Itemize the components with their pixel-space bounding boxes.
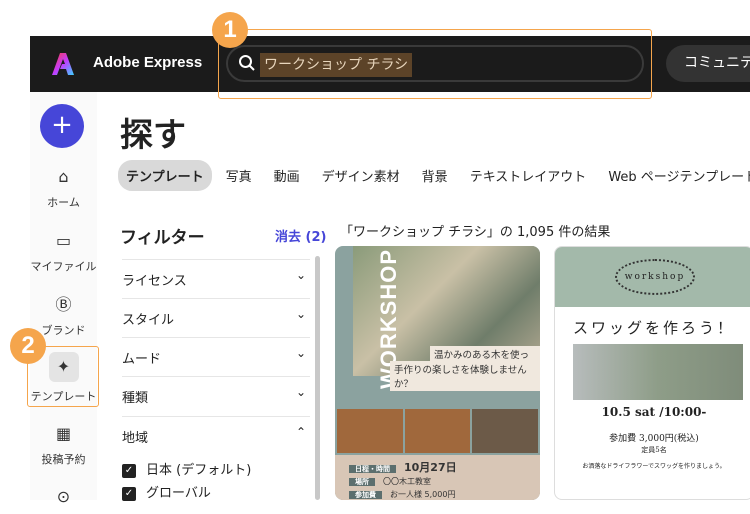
app-name: Adobe Express	[93, 54, 203, 71]
tab-text-layouts[interactable]: テキストレイアウト	[462, 160, 595, 191]
detail-label: 参加費	[349, 491, 382, 499]
filter-mood[interactable]: ムード ⌄	[122, 337, 310, 376]
sidebar-label: ブランド	[41, 324, 86, 337]
sidebar-item-files[interactable]: ▭ マイファイル	[30, 230, 97, 274]
detail-label: 日程・時間	[349, 465, 396, 473]
card-fee: 参加費 3,000円(税込)	[609, 434, 699, 444]
tab-backgrounds[interactable]: 背景	[414, 160, 456, 191]
chevron-up-icon: ⌃	[295, 425, 306, 439]
sidebar-item-home[interactable]: ⌂ ホーム	[30, 166, 97, 210]
card-caption: 手作りの楽しさを体験しませんか？	[390, 361, 540, 391]
step-badge-1: 1	[212, 12, 248, 48]
checkbox-label: グローバル	[146, 486, 211, 501]
clear-filters-link[interactable]: 消去 (2)	[275, 226, 326, 245]
sidebar-label: ホーム	[47, 196, 80, 209]
filter-label: 種類	[122, 391, 149, 406]
folder-icon: ▭	[55, 231, 72, 250]
card-photos	[337, 409, 539, 453]
checkbox-checked-icon: ✓	[122, 463, 136, 478]
chevron-down-icon: ⌄	[295, 346, 306, 360]
filter-type[interactable]: 種類 ⌄	[122, 376, 310, 415]
detail-label: 場所	[349, 478, 375, 486]
card-date: 10.5 sat /10:00-	[601, 405, 707, 419]
chevron-down-icon: ⌄	[295, 307, 306, 321]
filter-label: ライセンス	[122, 274, 187, 289]
sidebar: + ⌂ ホーム ▭ マイファイル Ⓑ ブランド ✦ テンプレート ▦ 投稿予約 ⊙	[30, 92, 97, 506]
learn-icon: ⊙	[56, 487, 71, 506]
adobe-express-logo-icon	[52, 53, 74, 75]
tab-templates[interactable]: テンプレート	[118, 160, 212, 191]
sidebar-item-brand[interactable]: Ⓑ ブランド	[30, 294, 97, 338]
tab-photos[interactable]: 写真	[218, 160, 260, 191]
card-fee: お一人様 5,000円	[390, 490, 456, 499]
tab-videos[interactable]: 動画	[266, 160, 308, 191]
tab-design-assets[interactable]: デザイン素材	[314, 160, 408, 191]
filter-title: フィルター	[120, 228, 205, 248]
filter-label: スタイル	[122, 313, 175, 328]
calendar-icon: ▦	[55, 424, 72, 443]
card-description: お洒落なドライフラワーでスワッグを作りましょう。	[582, 463, 726, 470]
step-badge-2: 2	[10, 328, 46, 364]
card-title: スワッグを作ろう！	[572, 319, 735, 337]
chevron-down-icon: ⌄	[295, 385, 306, 399]
filter-label: ムード	[122, 352, 162, 367]
card-capacity: 定員5名	[641, 446, 667, 454]
filter-label: 地域	[122, 431, 149, 446]
sidebar-item-more[interactable]: ⊙	[30, 486, 97, 514]
card-date: 10月27日	[404, 461, 457, 474]
result-summary: 「ワークショップ チラシ」の 1,095 件の結果	[340, 225, 611, 240]
category-tabs: テンプレート 写真 動画 デザイン素材 背景 テキストレイアウト Web ページ…	[118, 160, 750, 191]
filter-scrollbar[interactable]	[315, 256, 320, 500]
brand-icon: Ⓑ	[55, 295, 72, 314]
chevron-down-icon: ⌄	[295, 268, 306, 282]
sidebar-item-schedule[interactable]: ▦ 投稿予約	[30, 423, 97, 467]
sidebar-label: マイファイル	[30, 260, 97, 273]
card-place: 〇〇木工教室	[383, 477, 431, 486]
sidebar-label: 投稿予約	[41, 453, 86, 466]
checkbox-checked-icon: ✓	[122, 486, 136, 501]
create-button[interactable]: +	[40, 104, 84, 148]
checkbox-label: 日本 (デフォルト)	[146, 463, 252, 478]
filter-style[interactable]: スタイル ⌄	[122, 298, 310, 337]
card-badge: workshop	[615, 259, 695, 295]
tab-web-pages[interactable]: Web ページテンプレート	[600, 160, 750, 191]
swag-photo	[573, 344, 743, 400]
page-title: 探す	[120, 115, 186, 154]
highlight-search	[218, 29, 652, 99]
filter-region[interactable]: 地域 ⌃	[122, 416, 310, 455]
template-card[interactable]: WORKSHOP 温かみのある木を使って 手作りの楽しさを体験しませんか？ 日程…	[335, 246, 540, 500]
template-card[interactable]: workshop スワッグを作ろう！ 10.5 sat /10:00- 参加費 …	[554, 246, 750, 500]
community-button[interactable]: コミュニティ	[666, 45, 750, 82]
region-global-checkbox[interactable]: ✓ グローバル	[122, 482, 211, 501]
filter-license[interactable]: ライセンス ⌄	[122, 259, 310, 298]
home-icon: ⌂	[58, 167, 69, 186]
region-japan-checkbox[interactable]: ✓ 日本 (デフォルト)	[122, 459, 251, 478]
